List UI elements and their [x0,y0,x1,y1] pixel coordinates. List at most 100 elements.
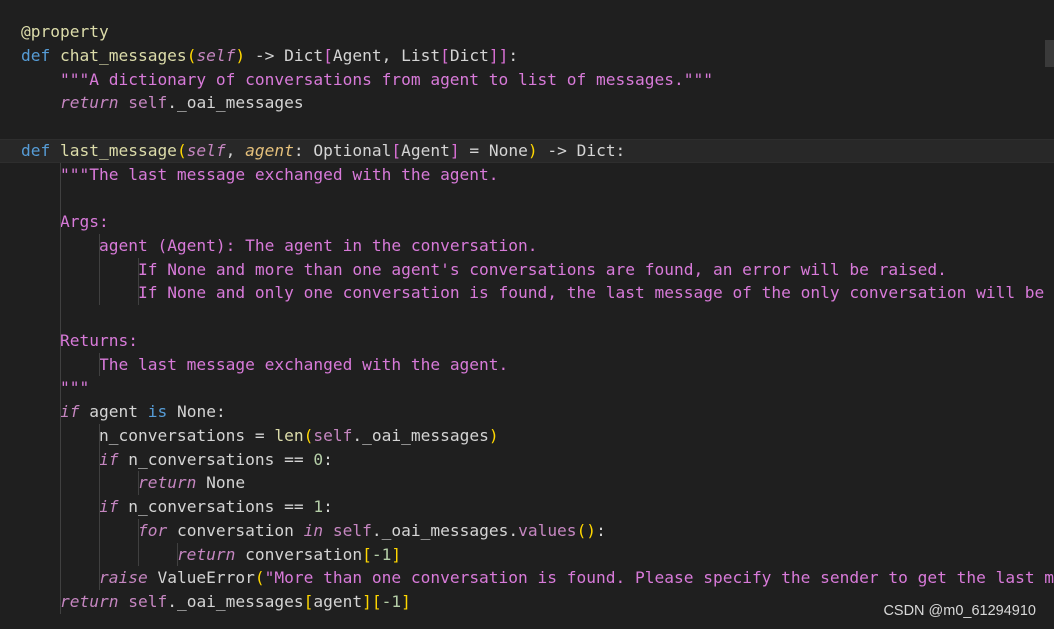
code-token: 0 [313,449,324,469]
code-line[interactable]: if n_conversations == 1: [21,495,1054,519]
code-token: conversation [235,544,363,564]
code-token: Returns: [59,330,138,350]
code-token: ._oai_messages [167,592,304,611]
code-token: [ [440,45,450,65]
code-token: def [21,140,60,160]
code-line[interactable]: return self._oai_messages [21,91,1054,115]
code-token: for [137,520,168,540]
code-token: self [196,45,236,65]
code-token: 1 [313,497,324,516]
code-token: ( [176,140,187,160]
code-token: None [196,473,246,493]
code-token: ValueError [147,568,255,588]
code-token: values [518,520,577,540]
code-token: if [98,449,119,469]
code-token: agent [79,402,148,421]
code-token: ] [401,592,411,611]
code-line[interactable]: If None and only one conversation is fou… [21,281,1054,305]
code-token: return [59,592,119,611]
watermark: CSDN @m0_61294910 [881,603,1038,619]
code-line[interactable]: for conversation in self._oai_messages.v… [21,519,1054,543]
code-token: ._oai_messages [352,425,489,445]
code-line[interactable]: raise ValueError("More than one conversa… [21,566,1054,590]
scrollbar-thumb[interactable] [1045,40,1054,67]
code-line[interactable] [21,115,1054,139]
indent-guide [98,423,100,590]
code-line[interactable]: The last message exchanged with the agen… [21,353,1054,377]
code-line[interactable]: return None [21,471,1054,495]
code-line[interactable]: """A dictionary of conversations from ag… [21,68,1054,92]
code-token: agent [313,592,363,611]
code-token: n_conversations == [118,497,314,516]
code-token: ) [488,425,499,445]
code-token: Dict [449,45,489,65]
code-line[interactable]: """ [21,376,1054,400]
code-token: [ [362,544,372,564]
code-token: [ [391,140,402,160]
code-line[interactable]: If None and more than one agent's conver… [21,258,1054,282]
code-token: self [332,520,372,540]
code-token: : Optional [293,140,392,160]
code-token: : [508,45,519,65]
code-token: ) [527,140,538,160]
code-line[interactable]: def chat_messages(self) -> Dict[Agent, L… [21,44,1054,68]
code-token: ) [235,45,246,65]
code-token: len [274,425,304,445]
code-token: None: [167,402,226,421]
code-line[interactable]: n_conversations = len(self._oai_messages… [21,424,1054,448]
code-line[interactable]: @property [21,20,1054,44]
code-token: is [147,402,168,421]
code-token: Args: [59,212,109,231]
code-token: @property [21,22,109,41]
code-line[interactable]: Returns: [21,329,1054,353]
code-token: : [323,449,333,469]
code-line[interactable] [21,305,1054,329]
code-line[interactable]: def last_message(self, agent: Optional[A… [0,138,1054,163]
code-line[interactable]: if agent is None: [21,400,1054,424]
code-token: ._oai_messages [167,93,304,113]
code-line[interactable]: agent (Agent): The agent in the conversa… [21,234,1054,258]
code-token: ._oai_messages. [371,520,519,540]
indent-guide [59,162,61,614]
code-line[interactable]: return conversation[-1] [21,543,1054,567]
code-token: Agent, List [332,45,441,65]
indent-guide [137,257,139,305]
code-token: self [128,592,168,611]
code-line[interactable]: if n_conversations == 0: [21,448,1054,472]
code-editor[interactable]: @property def chat_messages(self) -> Dict… [0,0,1054,629]
code-token: () [576,520,597,540]
code-line[interactable] [21,186,1054,210]
code-token: n_conversations == [118,449,314,469]
code-token: ] [449,140,460,160]
code-token: ( [186,45,197,65]
code-token: raise [98,568,148,588]
code-token: if [59,402,80,421]
code-token: def [21,45,60,65]
code-line[interactable]: """The last message exchanged with the a… [21,163,1054,187]
code-token: : [596,520,606,540]
code-token: agent (Agent): The agent in the conversa… [98,235,538,255]
code-token: self [313,425,353,445]
code-area[interactable]: @property def chat_messages(self) -> Dict… [0,20,1054,614]
code-token: """A dictionary of conversations from ag… [59,69,713,89]
code-line[interactable]: Args: [21,210,1054,234]
code-token: self [186,140,226,160]
code-token: return [137,473,197,493]
code-token: -1 [371,544,392,564]
code-token: return [59,93,119,113]
indent-guide [98,233,100,305]
code-token: [ [323,45,333,65]
code-token: ]] [488,45,509,65]
code-token: [ [303,592,314,611]
